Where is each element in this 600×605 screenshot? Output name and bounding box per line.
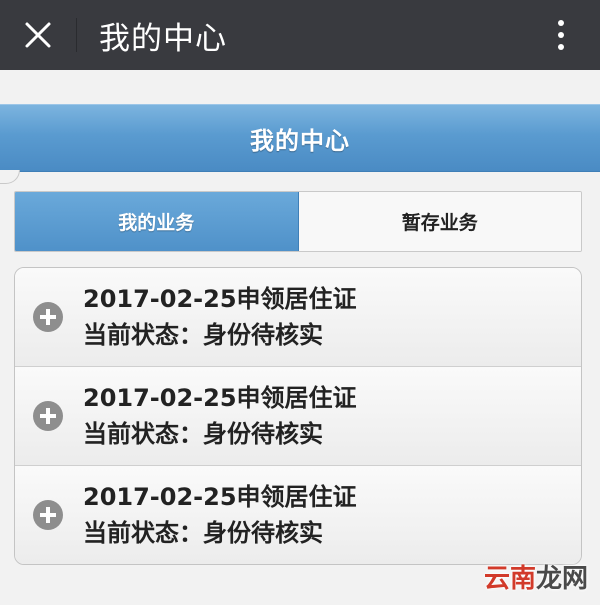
list-item-status: 当前状态：身份待核实: [83, 321, 323, 349]
list-item-text: 2017-02-25申领居住证 当前状态：身份待核实: [83, 283, 357, 351]
business-list: 2017-02-25申领居住证 当前状态：身份待核实 2017-02-25申领居…: [14, 267, 582, 565]
topbar-title: 我的中心: [99, 20, 227, 57]
page-header: 我的中心: [0, 104, 600, 172]
plus-circle-icon[interactable]: [33, 401, 63, 431]
watermark-part2: 龙网: [535, 564, 588, 594]
more-options-button[interactable]: [544, 0, 578, 70]
topbar-divider: [76, 18, 77, 52]
list-item[interactable]: 2017-02-25申领居住证 当前状态：身份待核实: [15, 367, 581, 466]
watermark-logo: 云南龙网: [484, 558, 588, 595]
header-notch: [0, 170, 20, 184]
watermark-part1: 云南: [483, 564, 536, 594]
list-item-title: 2017-02-25申领居住证: [83, 285, 357, 313]
close-icon: [25, 22, 51, 48]
close-button[interactable]: [0, 0, 76, 70]
plus-circle-icon[interactable]: [33, 302, 63, 332]
list-item-title: 2017-02-25申领居住证: [83, 483, 357, 511]
list-item-title: 2017-02-25申领居住证: [83, 384, 357, 412]
more-vertical-icon: [558, 20, 564, 26]
list-item-text: 2017-02-25申领居住证 当前状态：身份待核实: [83, 382, 357, 450]
list-item-status: 当前状态：身份待核实: [83, 519, 323, 547]
top-app-bar: 我的中心: [0, 0, 600, 70]
more-vertical-icon-dot: [558, 32, 564, 38]
more-vertical-icon-dot: [558, 44, 564, 50]
list-item-status: 当前状态：身份待核实: [83, 420, 323, 448]
tab-bar: 我的业务 暂存业务: [14, 191, 582, 252]
plus-circle-icon[interactable]: [33, 500, 63, 530]
page-title: 我的中心: [250, 126, 350, 155]
list-item[interactable]: 2017-02-25申领居住证 当前状态：身份待核实: [15, 466, 581, 564]
list-item-text: 2017-02-25申领居住证 当前状态：身份待核实: [83, 481, 357, 549]
tab-my-business[interactable]: 我的业务: [15, 192, 299, 251]
list-item[interactable]: 2017-02-25申领居住证 当前状态：身份待核实: [15, 268, 581, 367]
tab-saved-business[interactable]: 暂存业务: [298, 192, 581, 251]
